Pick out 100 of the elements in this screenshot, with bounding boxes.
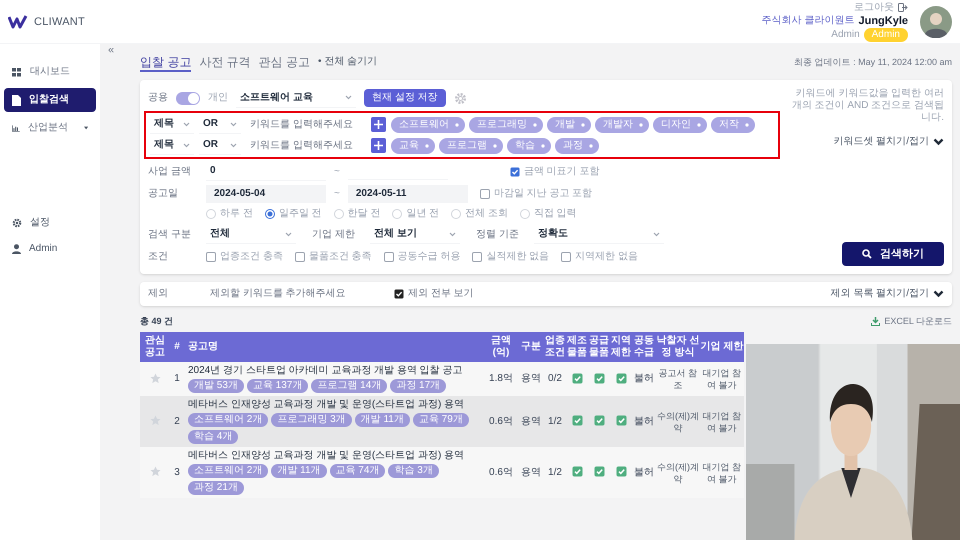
radio-label: 한달 전 [348,208,380,220]
caret-icon [230,142,237,148]
notice-title-link[interactable]: 메타버스 인재양성 교육과정 개발 및 운영(스타트업 과정) 용역 [188,450,484,462]
radio-label: 전체 조회 [465,208,508,220]
sidebar-item[interactable]: 입찰검색 [4,88,96,112]
user-icon [12,244,21,254]
date-field[interactable]: 2024-05-04 [206,184,326,202]
range-separator: ~ [334,166,340,178]
avatar[interactable] [920,6,952,38]
exclusion-input[interactable]: 제외할 키워드를 추가해주세요 [206,288,386,300]
table-cell: 수의(제)계약 [656,396,700,447]
logout-icon[interactable] [898,3,908,12]
caret-icon [285,232,292,236]
collapse-button[interactable]: « [108,44,114,56]
grid-icon [12,68,22,76]
dropdown[interactable]: 전체 [206,225,296,244]
amount-field[interactable]: 0 [206,162,326,181]
checkbox[interactable] [206,252,216,262]
table-cell: 0.6억 [484,447,518,498]
keyword-input[interactable]: 키워드를 입력해주세요 [246,118,366,130]
checkbox-label: 금액 미표기 포함 [524,166,600,178]
table-cell: 불허 [632,447,656,498]
sidebar-item[interactable]: 산업분석 [4,116,96,140]
field-label: 기업 제한 [312,228,356,240]
user-name: JungKyle [858,14,908,26]
search-button[interactable]: 검색하기 [842,242,944,266]
column-header: 공고명 [184,332,484,362]
operator-dropdown[interactable]: OR [199,136,241,155]
sidebar-item[interactable]: 설정 [4,212,96,234]
field-dropdown[interactable]: 제목 [150,136,194,155]
plus-icon [374,120,383,129]
dot-icon[interactable] [455,122,459,126]
toggle-switch[interactable] [176,92,200,104]
checkbox-label: 물품조건 충족 [308,250,372,262]
dot-icon[interactable] [745,122,749,126]
column-header: # [170,332,184,362]
bar-chart-icon [12,124,20,132]
field-dropdown[interactable]: 제목 [150,115,194,134]
star-icon[interactable] [150,466,160,478]
checkbox-label: 공동수급 허용 [398,250,460,262]
checkbox[interactable] [510,166,520,176]
dot-icon[interactable] [581,122,585,126]
caret-icon [183,142,190,148]
radio-label: 일년 전 [406,208,440,220]
dropdown[interactable]: 전체 보기 [370,225,460,244]
plus-icon [374,141,383,150]
tab[interactable]: 입찰 공고 [140,56,192,72]
sidebar-item[interactable]: 대시보드 [4,60,96,84]
tab[interactable]: 관심 공고 [258,56,310,72]
role-badge: Admin [864,28,908,42]
checkbox[interactable] [472,252,482,262]
checkbox[interactable] [394,289,404,299]
dot-icon[interactable] [533,122,537,126]
preset-dropdown[interactable]: 소프트웨어 교육 [236,88,356,108]
dot-icon[interactable] [589,144,593,148]
notice-title-link[interactable]: 2024년 경기 스타트업 아카데미 교육과정 개발 용역 입찰 공고 [188,365,484,377]
radio-label: 하루 전 [220,208,253,220]
search-icon [862,249,872,259]
checkbox[interactable] [561,252,572,262]
operator-dropdown[interactable]: OR [199,115,241,134]
dot-icon[interactable] [639,122,643,126]
company-name: 주식회사 클라이원트 [762,14,854,26]
checkbox[interactable] [480,188,490,198]
sidebar-item[interactable]: Admin [4,238,96,260]
toggle-label: 개인 [208,92,228,104]
checkbox[interactable] [384,252,394,262]
add-button[interactable] [371,138,386,153]
range-separator: ~ [334,188,340,200]
tab[interactable]: 사전 규격 [199,56,251,72]
column-header: 공동 수급 [632,332,656,362]
keyword-input[interactable]: 키워드를 입력해주세요 [246,140,366,152]
checkbox[interactable] [294,252,305,262]
result-count: 총 49 건 [140,315,174,327]
save-settings-button[interactable]: 현재 설정 저장 [364,89,446,107]
download-icon [871,316,880,326]
caret-icon [653,232,660,236]
settings-icon[interactable] [454,92,467,104]
table-cell: 0/2 [544,362,566,396]
column-header: 제조 물품 [566,332,588,362]
date-field[interactable]: 2024-05-11 [348,184,468,202]
hide-all-link[interactable]: • 전체 숨기기 [318,56,378,72]
dot-icon[interactable] [493,144,497,148]
table-cell: 용역 [518,362,544,396]
dot-icon[interactable] [697,122,701,126]
notice-title-link[interactable]: 메타버스 인재양성 교육과정 개발 및 운영(스타트업 과정) 용역 [188,399,484,411]
column-header: 업종 조건 [544,332,566,362]
keyword-tag: 교육 74개 [330,464,386,478]
logo-icon [8,14,30,28]
keyword-toggle-button[interactable]: 키워드셋 펼치기/접기 [833,136,944,148]
keyword-tag: 과정 21개 [188,481,244,495]
exclusion-toggle-button[interactable]: 제외 목록 펼치기/접기 [830,288,944,300]
radio-button[interactable] [264,209,275,219]
dot-icon[interactable] [425,144,429,148]
dropdown[interactable]: 정확도 [534,225,664,244]
excel-download-button[interactable]: EXCEL 다운로드 [871,315,952,327]
field-label: 사업 금액 [148,166,192,178]
dot-icon[interactable] [541,144,545,148]
star-icon[interactable] [150,372,160,384]
caret-icon [230,122,237,126]
add-button[interactable] [371,117,386,132]
